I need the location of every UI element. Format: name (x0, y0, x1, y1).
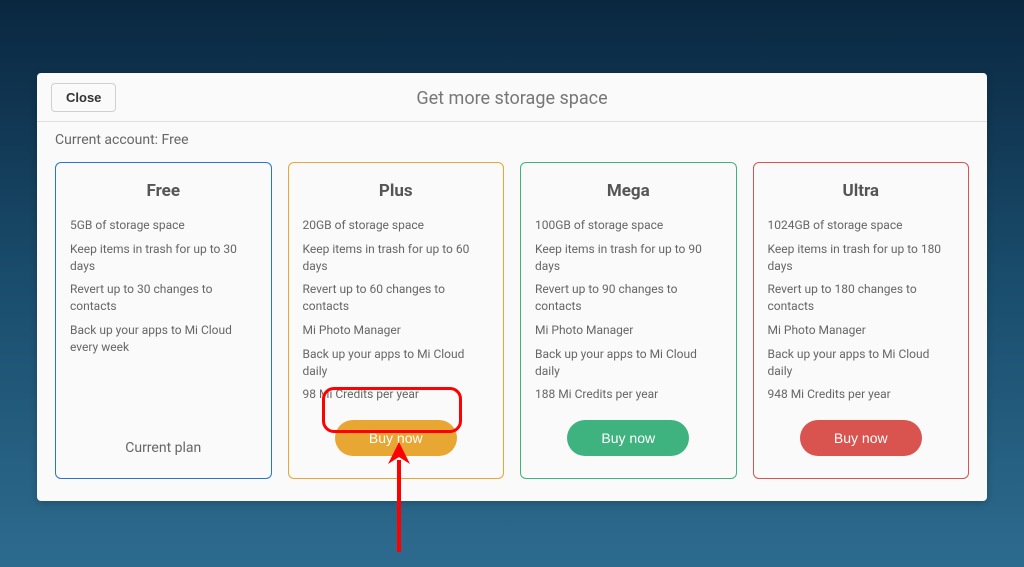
storage-modal: Close Get more storage space Current acc… (37, 73, 987, 501)
plan-footer: Buy now (768, 420, 955, 456)
plan-features: 1024GB of storage space Keep items in tra… (768, 217, 955, 410)
plans-container: Free 5GB of storage space Keep items in tr… (37, 152, 987, 501)
plan-name: Ultra (768, 181, 955, 201)
plan-feature-item: Mi Photo Manager (768, 322, 955, 339)
plan-feature-item: 20GB of storage space (303, 217, 490, 234)
plan-feature-item: Mi Photo Manager (535, 322, 722, 339)
plan-feature-item: Revert up to 60 changes to contacts (303, 281, 490, 315)
plan-feature-item: 100GB of storage space (535, 217, 722, 234)
plan-name: Mega (535, 181, 722, 201)
plan-features: 20GB of storage space Keep items in trash… (303, 217, 490, 410)
plan-feature-item: Revert up to 90 changes to contacts (535, 281, 722, 315)
modal-title: Get more storage space (51, 85, 973, 109)
plan-feature-item: Keep items in trash for up to 90 days (535, 241, 722, 275)
plan-card-free: Free 5GB of storage space Keep items in tr… (55, 162, 272, 479)
plan-feature-item: 948 Mi Credits per year (768, 386, 955, 403)
plan-feature-item: Mi Photo Manager (303, 322, 490, 339)
plan-feature-item: Back up your apps to Mi Cloud every week (70, 322, 257, 356)
plan-card-ultra: Ultra 1024GB of storage space Keep items i… (753, 162, 970, 479)
plan-features: 100GB of storage space Keep items in tras… (535, 217, 722, 410)
plan-feature-item: Keep items in trash for up to 60 days (303, 241, 490, 275)
plan-card-plus: Plus 20GB of storage space Keep items in t… (288, 162, 505, 479)
plan-footer: Current plan (70, 437, 257, 456)
buy-now-button-mega[interactable]: Buy now (567, 420, 689, 456)
current-account-label: Current account: Free (37, 122, 987, 152)
plan-features: 5GB of storage space Keep items in trash … (70, 217, 257, 427)
plan-feature-item: 98 Mi Credits per year (303, 386, 490, 403)
plan-feature-item: Keep items in trash for up to 180 days (768, 241, 955, 275)
plan-feature-item: 1024GB of storage space (768, 217, 955, 234)
modal-header: Close Get more storage space (37, 73, 987, 122)
plan-name: Free (70, 181, 257, 201)
buy-now-button-plus[interactable]: Buy now (335, 420, 457, 456)
plan-feature-item: Back up your apps to Mi Cloud daily (535, 346, 722, 380)
plan-card-mega: Mega 100GB of storage space Keep items in … (520, 162, 737, 479)
plan-feature-item: Revert up to 30 changes to contacts (70, 281, 257, 315)
buy-now-button-ultra[interactable]: Buy now (800, 420, 922, 456)
current-plan-label: Current plan (125, 440, 201, 456)
plan-feature-item: Back up your apps to Mi Cloud daily (303, 346, 490, 380)
plan-feature-item: 5GB of storage space (70, 217, 257, 234)
plan-feature-item: Revert up to 180 changes to contacts (768, 281, 955, 315)
plan-feature-item: 188 Mi Credits per year (535, 386, 722, 403)
plan-footer: Buy now (303, 420, 490, 456)
plan-footer: Buy now (535, 420, 722, 456)
close-button[interactable]: Close (51, 83, 116, 112)
plan-feature-item: Back up your apps to Mi Cloud daily (768, 346, 955, 380)
plan-name: Plus (303, 181, 490, 201)
plan-feature-item: Keep items in trash for up to 30 days (70, 241, 257, 275)
